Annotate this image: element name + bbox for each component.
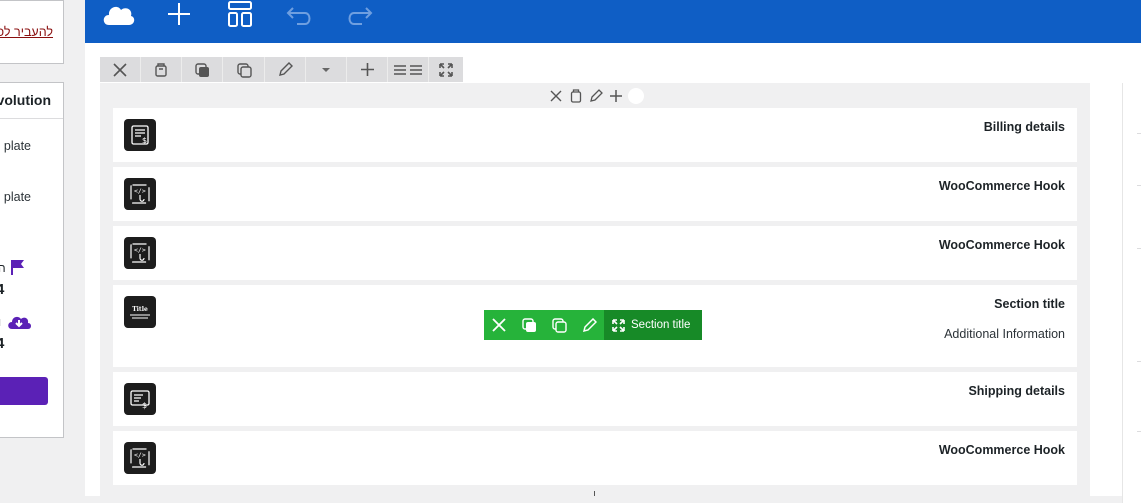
info-panel: volution plate plate ה 4 ו 4 xyxy=(0,82,64,438)
add-icon[interactable] xyxy=(608,88,624,104)
add-handle[interactable] xyxy=(594,491,595,496)
hook-icon: </> xyxy=(124,237,156,269)
stat-value: 4 xyxy=(0,281,4,298)
widget-title: Section title xyxy=(994,297,1065,311)
right-divider xyxy=(1137,248,1141,249)
editor-top-bar xyxy=(85,0,1141,43)
add-icon[interactable] xyxy=(165,0,193,28)
delete-icon[interactable] xyxy=(141,57,182,82)
stat-label: ה xyxy=(0,261,6,275)
action-button[interactable] xyxy=(0,377,48,405)
column-toolbar xyxy=(548,87,644,105)
notice-box: להעביר לפ xyxy=(0,0,64,64)
widget-floating-toolbar: Section title xyxy=(484,310,703,340)
svg-text:$: $ xyxy=(142,401,147,410)
stat-label: ו xyxy=(0,315,1,329)
duplicate-icon[interactable] xyxy=(514,310,544,340)
template-label: plate xyxy=(3,190,31,204)
editor-canvas: $ Billing details </> WooCommerce Hook <… xyxy=(85,43,1141,503)
widget-subtitle: Additional Information xyxy=(944,327,1065,341)
section-toolbar xyxy=(100,57,463,82)
template-label: plate xyxy=(3,139,31,153)
delete-icon[interactable] xyxy=(568,88,584,104)
widget-woocommerce-hook[interactable]: </> WooCommerce Hook xyxy=(113,226,1077,280)
close-icon[interactable] xyxy=(484,310,514,340)
right-divider xyxy=(1137,133,1141,134)
copy-icon[interactable] xyxy=(223,57,265,82)
edit-icon[interactable] xyxy=(588,88,604,104)
duplicate-icon[interactable] xyxy=(182,57,223,82)
svg-text:</>: </> xyxy=(134,187,146,195)
expand-icon[interactable] xyxy=(429,57,463,82)
right-divider xyxy=(1137,431,1141,432)
billing-icon: $ xyxy=(124,119,156,151)
floating-toolbar-label: Section title xyxy=(631,319,691,331)
stat-value: 4 xyxy=(0,335,4,352)
column-handle[interactable] xyxy=(628,88,644,104)
widget-title: WooCommerce Hook xyxy=(938,443,1065,457)
svg-text:$: $ xyxy=(142,136,147,145)
right-divider xyxy=(1137,185,1141,186)
flag-icon xyxy=(11,260,24,275)
title-icon: Title xyxy=(124,296,156,328)
widget-billing-details[interactable]: $ Billing details xyxy=(113,108,1077,162)
shipping-icon: $ xyxy=(124,383,156,415)
widget-woocommerce-hook[interactable]: </> WooCommerce Hook xyxy=(113,431,1077,485)
close-icon[interactable] xyxy=(100,57,141,82)
widget-title: WooCommerce Hook xyxy=(938,238,1065,252)
widget-shipping-details[interactable]: $ Shipping details xyxy=(113,372,1077,426)
notice-link[interactable]: להעביר לפ xyxy=(0,25,53,39)
edit-icon[interactable] xyxy=(574,310,604,340)
redo-icon[interactable] xyxy=(344,0,374,28)
hook-icon: </> xyxy=(124,442,156,474)
hook-icon: </> xyxy=(124,178,156,210)
add-icon[interactable] xyxy=(347,57,388,82)
copy-icon[interactable] xyxy=(544,310,574,340)
edit-icon[interactable] xyxy=(265,57,306,82)
widget-title: Shipping details xyxy=(968,384,1065,398)
widget-title: WooCommerce Hook xyxy=(938,179,1065,193)
svg-text:</>: </> xyxy=(134,246,146,254)
close-icon[interactable] xyxy=(548,88,564,104)
title-icon-text: Title xyxy=(132,306,148,313)
cloud-logo-icon[interactable] xyxy=(100,0,136,28)
svg-text:</>: </> xyxy=(134,451,146,459)
undo-icon[interactable] xyxy=(285,0,315,28)
columns-icon[interactable] xyxy=(388,57,429,82)
expand-icon xyxy=(612,318,625,332)
widget-title: Billing details xyxy=(983,120,1065,134)
layout-icon[interactable] xyxy=(226,0,254,28)
chevron-down-icon[interactable] xyxy=(306,57,347,82)
right-divider xyxy=(1137,361,1141,362)
widget-woocommerce-hook[interactable]: </> WooCommerce Hook xyxy=(113,167,1077,221)
move-handle[interactable]: Section title xyxy=(604,310,703,340)
panel-divider xyxy=(0,118,63,119)
panel-title: volution xyxy=(0,92,51,108)
cloud-download-icon xyxy=(8,316,31,329)
right-column xyxy=(1122,83,1141,503)
admin-sidebar: להעביר לפ volution plate plate ה 4 ו 4 xyxy=(0,0,85,496)
